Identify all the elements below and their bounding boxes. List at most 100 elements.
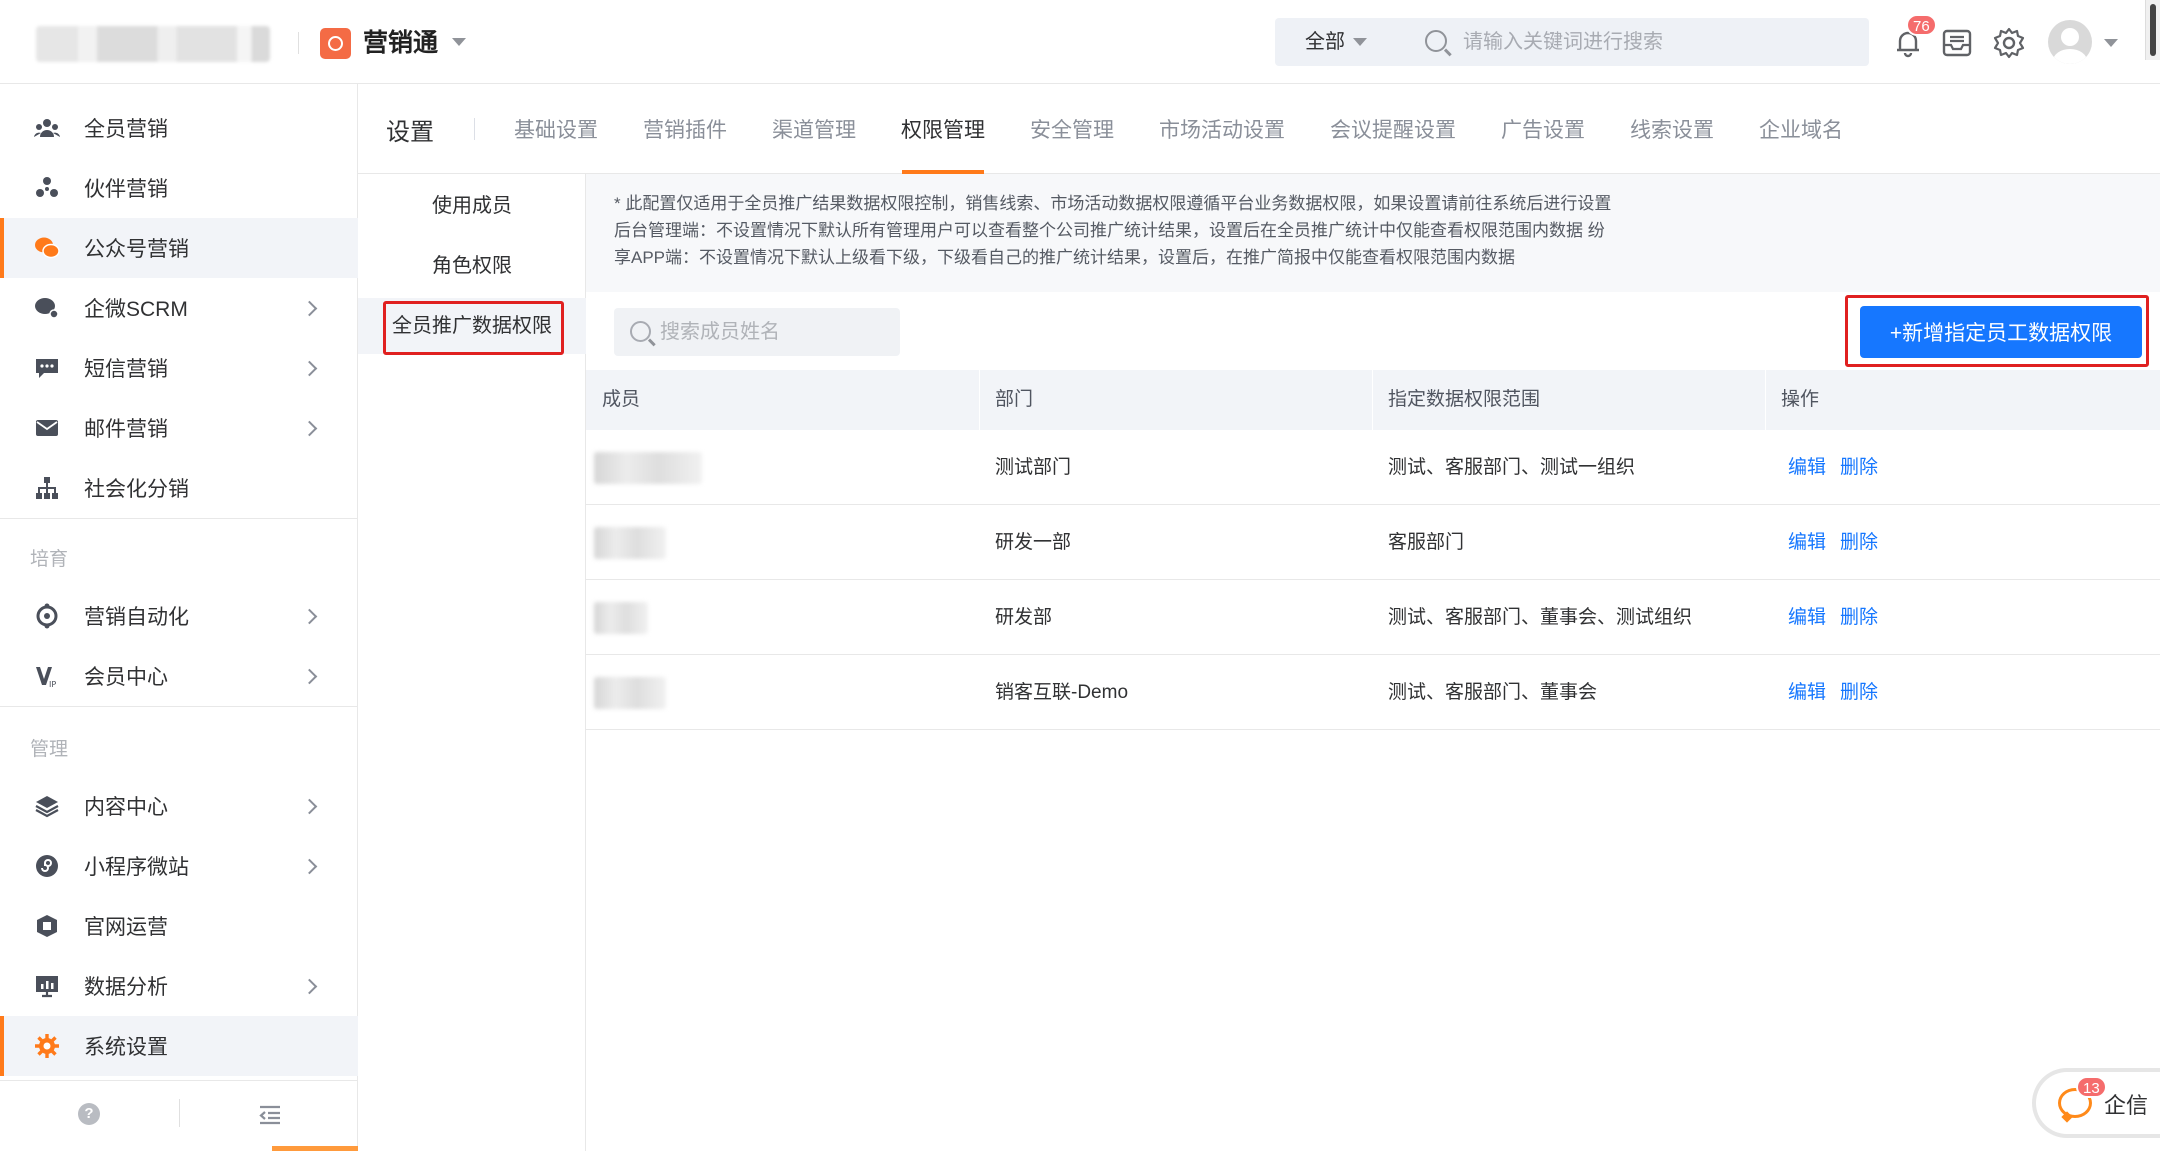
tab-basic-settings[interactable]: 基础设置	[514, 114, 598, 144]
tab-marketing-plugins[interactable]: 营销插件	[643, 114, 727, 144]
divider	[0, 518, 358, 519]
submenu-item-promotion-data-permission[interactable]: 全员推广数据权限	[358, 298, 586, 354]
sidebar-item-label: 企微SCRM	[84, 298, 188, 321]
column-header-department: 部门	[995, 389, 1034, 410]
monitor-chart-icon	[36, 976, 58, 998]
app-name[interactable]: 营销通	[363, 25, 438, 61]
sidebar-item-member-center[interactable]: IP 会员中心	[0, 646, 358, 706]
people-group-icon	[34, 119, 60, 137]
sidebar-item-website-operation[interactable]: 官网运营	[0, 896, 358, 956]
sidebar-item-wechat-official-marketing[interactable]: 公众号营销	[0, 218, 358, 278]
inbox-icon[interactable]	[1940, 26, 1974, 60]
gear-icon	[35, 1034, 59, 1058]
partner-network-icon	[36, 177, 58, 197]
chevron-right-icon	[301, 798, 318, 814]
scroll-indicator	[272, 1146, 358, 1151]
sidebar-item-label: 邮件营销	[84, 418, 168, 441]
scope-chevron-down-icon[interactable]	[1353, 38, 1367, 46]
sidebar-item-partner-marketing[interactable]: 伙伴营销	[0, 158, 358, 218]
tab-meeting-reminder-settings[interactable]: 会议提醒设置	[1330, 114, 1456, 144]
data-scope-cell: 测试、客服部门、董事会	[1388, 682, 1598, 703]
chevron-right-icon	[301, 300, 318, 316]
chevron-right-icon	[301, 858, 318, 874]
sidebar-item-label: 小程序微站	[84, 856, 189, 879]
data-scope-cell: 测试、客服部门、测试一组织	[1388, 457, 1636, 478]
tab-campaign-settings[interactable]: 市场活动设置	[1159, 114, 1285, 144]
chevron-right-icon	[301, 360, 318, 376]
collapse-sidebar-icon[interactable]	[258, 1105, 282, 1125]
sidebar-item-label: 公众号营销	[84, 238, 189, 261]
notice-line: 享APP端：不设置情况下默认上级看下级，下级看自己的推广统计结果，设置后，在推广…	[614, 248, 1516, 267]
search-icon	[1425, 30, 1447, 52]
edit-link[interactable]: 编辑	[1788, 655, 1826, 730]
add-staff-data-permission-button[interactable]: +新增指定员工数据权限	[1860, 306, 2142, 358]
tab-enterprise-domain[interactable]: 企业域名	[1759, 114, 1843, 144]
submenu-item-role-permissions[interactable]: 角色权限	[358, 238, 586, 294]
tab-security-management[interactable]: 安全管理	[1030, 114, 1114, 144]
global-search[interactable]: 全部 请输入关键词进行搜索	[1275, 18, 1869, 66]
page-title: 设置	[386, 119, 434, 146]
delete-link[interactable]: 删除	[1840, 430, 1878, 505]
layers-icon	[35, 796, 59, 818]
notification-badge: 76	[1906, 14, 1937, 36]
edit-link[interactable]: 编辑	[1788, 580, 1826, 655]
sidebar-item-label: 全员营销	[84, 118, 168, 141]
sidebar-item-label: 数据分析	[84, 976, 168, 999]
mail-icon	[36, 420, 58, 436]
tab-ad-settings[interactable]: 广告设置	[1501, 114, 1585, 144]
top-bar: 营销通 全部 请输入关键词进行搜索 76	[0, 0, 2160, 84]
sidebar-item-system-settings[interactable]: 系统设置	[0, 1016, 358, 1076]
column-header-member: 成员	[602, 389, 641, 410]
sidebar-footer: ?	[0, 1080, 358, 1151]
website-icon	[37, 915, 57, 937]
sidebar-item-label: 会员中心	[84, 666, 168, 689]
help-icon[interactable]: ?	[78, 1103, 100, 1125]
chevron-right-icon	[301, 978, 318, 994]
notice-line: * 此配置仅适用于全员推广结果数据权限控制，销售线索、市场活动数据权限遵循平台业…	[614, 194, 1612, 213]
sidebar: 全员营销 伙伴营销 公众号营销 企微SCRM 短信营销 邮件营销 社会化分销 培…	[0, 84, 358, 1151]
delete-link[interactable]: 删除	[1840, 580, 1878, 655]
department-cell: 销客互联-Demo	[995, 682, 1129, 703]
sidebar-item-data-analysis[interactable]: 数据分析	[0, 956, 358, 1016]
tab-lead-settings[interactable]: 线索设置	[1630, 114, 1714, 144]
search-icon	[630, 321, 651, 342]
account-chevron-down-icon[interactable]	[2104, 39, 2118, 47]
sidebar-item-marketing-automation[interactable]: 营销自动化	[0, 586, 358, 646]
scrollbar[interactable]	[2145, 0, 2160, 60]
sidebar-item-all-staff-marketing[interactable]: 全员营销	[0, 98, 358, 158]
app-switch-chevron-down-icon[interactable]	[452, 38, 466, 46]
sidebar-item-sms-marketing[interactable]: 短信营销	[0, 338, 358, 398]
data-scope-cell: 客服部门	[1388, 532, 1465, 553]
svg-text:IP: IP	[49, 680, 56, 689]
member-search-input[interactable]: 搜索成员姓名	[614, 308, 900, 356]
tab-permission-management[interactable]: 权限管理	[901, 114, 985, 144]
sidebar-item-label: 官网运营	[84, 916, 168, 939]
global-search-input[interactable]: 请输入关键词进行搜索	[1463, 18, 1663, 66]
chat-widget[interactable]: 13 企信	[2036, 1072, 2160, 1134]
company-logo-blurred	[36, 26, 270, 62]
tab-channel-management[interactable]: 渠道管理	[772, 114, 856, 144]
edit-link[interactable]: 编辑	[1788, 505, 1826, 580]
delete-link[interactable]: 删除	[1840, 505, 1878, 580]
table-row: 研发一部 客服部门 编辑 删除	[586, 505, 2160, 580]
gear-icon[interactable]	[1992, 26, 2026, 60]
sidebar-item-social-distribution[interactable]: 社会化分销	[0, 458, 358, 518]
divider	[474, 118, 475, 140]
department-cell: 研发部	[995, 607, 1053, 628]
avatar[interactable]	[2048, 20, 2092, 64]
search-scope-select[interactable]: 全部	[1305, 18, 1345, 66]
sidebar-item-email-marketing[interactable]: 邮件营销	[0, 398, 358, 458]
edit-link[interactable]: 编辑	[1788, 430, 1826, 505]
sidebar-item-content-center[interactable]: 内容中心	[0, 776, 358, 836]
automation-icon	[36, 603, 58, 629]
divider	[0, 706, 358, 707]
column-header-data-scope: 指定数据权限范围	[1388, 389, 1541, 410]
delete-link[interactable]: 删除	[1840, 655, 1878, 730]
department-cell: 研发一部	[995, 532, 1072, 553]
group-header-nurture: 培育	[30, 549, 69, 570]
sidebar-item-wecom-scrm[interactable]: 企微SCRM	[0, 278, 358, 338]
sidebar-item-mini-program-site[interactable]: 小程序微站	[0, 836, 358, 896]
sidebar-item-label: 营销自动化	[84, 606, 189, 629]
submenu-item-members[interactable]: 使用成员	[358, 178, 586, 234]
settings-tabs: 设置 基础设置 营销插件 渠道管理 权限管理 安全管理 市场活动设置 会议提醒设…	[358, 84, 2160, 174]
